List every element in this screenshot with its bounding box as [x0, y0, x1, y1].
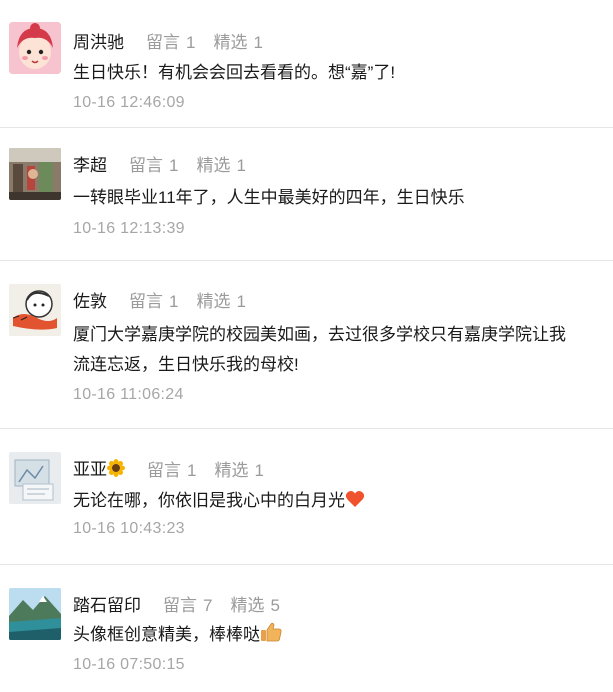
commenter-name[interactable]: 李超 — [73, 151, 107, 176]
featured-count: 精选 5 — [230, 596, 280, 615]
featured-count: 精选 1 — [196, 292, 246, 311]
comment-item: 李超 留言 1 精选 1 一转眼毕业11年了，人生中最美好的四年，生日快乐 10-1… — [0, 127, 613, 261]
comment-meta: 李超 留言 1 精选 1 — [73, 151, 264, 176]
avatar[interactable] — [9, 588, 61, 640]
cartoon-girl-avatar-icon — [9, 22, 61, 74]
comment-time: 10-16 10:43:23 — [73, 520, 185, 537]
commenter-name[interactable]: 亚亚 — [73, 455, 125, 482]
comment-item: 佐敦 留言 1 精选 1 厦门大学嘉庚学院的校园美如画，去过很多学校只有嘉庚学院让我… — [0, 260, 613, 429]
featured-count: 精选 1 — [214, 461, 264, 480]
comment-meta: 佐敦 留言 1 精选 1 — [73, 287, 264, 312]
reply-count: 留言 1 — [146, 33, 196, 52]
comment-text: 无论在哪，你依旧是我心中的白月光 — [73, 486, 365, 518]
featured-count: 精选 1 — [213, 33, 263, 52]
comment-text: 一转眼毕业11年了，人生中最美好的四年，生日快乐 — [73, 188, 465, 207]
comment-time: 10-16 12:46:09 — [73, 94, 185, 111]
reply-count: 留言 1 — [147, 461, 197, 480]
comment-text-line: 厦门大学嘉庚学院的校园美如画，去过很多学校只有嘉庚学院让我 — [73, 325, 566, 344]
comment-meta: 踏石留印 留言 7 精选 5 — [73, 591, 298, 616]
avatar[interactable] — [9, 452, 61, 504]
comment-text: 厦门大学嘉庚学院的校园美如画，去过很多学校只有嘉庚学院让我 流连忘返，生日快乐我… — [73, 320, 566, 380]
reply-count: 留言 1 — [129, 156, 179, 175]
comment-text: 头像框创意精美，棒棒哒 — [73, 620, 282, 652]
comment-item: 踏石留印 留言 7 精选 5 头像框创意精美，棒棒哒 10-16 07:50:15 — [0, 564, 613, 692]
sunflower-icon — [107, 459, 125, 482]
featured-count: 精选 1 — [196, 156, 246, 175]
comment-meta: 亚亚 留言 1 精选 1 — [73, 455, 282, 482]
comment-meta: 周洪驰 留言 1 精选 1 — [73, 28, 281, 53]
cartoon-boy-avatar-icon — [9, 284, 61, 336]
avatar[interactable] — [9, 22, 61, 74]
photo-avatar-icon — [9, 148, 61, 200]
commenter-name[interactable]: 周洪驰 — [73, 28, 124, 53]
comment-time: 10-16 07:50:15 — [73, 656, 185, 673]
thumbs-up-icon — [260, 622, 282, 652]
comment-time: 10-16 12:13:39 — [73, 220, 185, 237]
commenter-name[interactable]: 踏石留印 — [73, 591, 141, 616]
comment-item: 周洪驰 留言 1 精选 1 生日快乐！有机会会回去看看的。想“嘉”了! 10-16 … — [0, 0, 613, 128]
comment-text: 生日快乐！有机会会回去看看的。想“嘉”了! — [73, 63, 396, 82]
commenter-name[interactable]: 佐敦 — [73, 287, 107, 312]
reply-count: 留言 1 — [129, 292, 179, 311]
avatar[interactable] — [9, 148, 61, 200]
avatar[interactable] — [9, 284, 61, 336]
reply-count: 留言 7 — [163, 596, 213, 615]
heart-icon — [345, 488, 365, 518]
sketch-avatar-icon — [9, 452, 61, 504]
comment-item: 亚亚 留言 1 精选 1 无论在哪，你依旧是我心中的白月光 10-16 10:4… — [0, 428, 613, 565]
landscape-avatar-icon — [9, 588, 61, 640]
comment-text-line: 流连忘返，生日快乐我的母校! — [73, 355, 299, 374]
comment-time: 10-16 11:06:24 — [73, 386, 184, 403]
